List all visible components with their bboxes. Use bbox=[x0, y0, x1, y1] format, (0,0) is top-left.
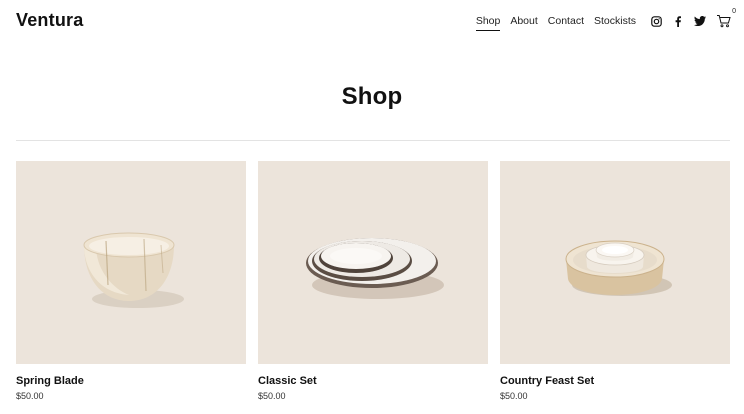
twitter-icon[interactable] bbox=[694, 15, 706, 27]
product-name[interactable]: Country Feast Set bbox=[500, 375, 730, 387]
site-header: Ventura Shop About Contact Stockists 0 bbox=[0, 0, 744, 44]
cart-icon bbox=[717, 15, 731, 28]
social-icons: 0 bbox=[650, 8, 736, 28]
facebook-icon[interactable] bbox=[672, 15, 684, 27]
page-title: Shop bbox=[341, 83, 403, 110]
nav-contact[interactable]: Contact bbox=[548, 14, 584, 28]
instagram-icon[interactable] bbox=[650, 15, 662, 27]
page: Ventura Shop About Contact Stockists 0 S… bbox=[0, 0, 744, 414]
product-price: $50.00 bbox=[500, 391, 528, 401]
main-nav: Shop About Contact Stockists 0 bbox=[475, 8, 736, 31]
cart-count-badge: 0 bbox=[732, 8, 736, 15]
product-price: $50.00 bbox=[258, 391, 286, 401]
product-grid: Spring Blade $50.00 Classic Set $50.00 C… bbox=[16, 161, 730, 411]
cart-button[interactable]: 0 bbox=[716, 8, 736, 28]
nav-shop[interactable]: Shop bbox=[475, 14, 500, 31]
product-image-bowl[interactable] bbox=[16, 161, 246, 364]
product-image-nested-bowls[interactable] bbox=[500, 161, 730, 364]
title-divider bbox=[16, 140, 730, 141]
product-card[interactable]: Classic Set $50.00 bbox=[258, 161, 488, 411]
product-price: $50.00 bbox=[16, 391, 44, 401]
nav-stockists[interactable]: Stockists bbox=[594, 14, 636, 28]
nav-about[interactable]: About bbox=[510, 14, 537, 28]
product-name[interactable]: Classic Set bbox=[258, 375, 488, 387]
product-card[interactable]: Country Feast Set $50.00 bbox=[500, 161, 730, 411]
product-card[interactable]: Spring Blade $50.00 bbox=[16, 161, 246, 411]
brand-logo[interactable]: Ventura bbox=[16, 10, 83, 31]
product-name[interactable]: Spring Blade bbox=[16, 375, 246, 387]
product-image-plates[interactable] bbox=[258, 161, 488, 364]
